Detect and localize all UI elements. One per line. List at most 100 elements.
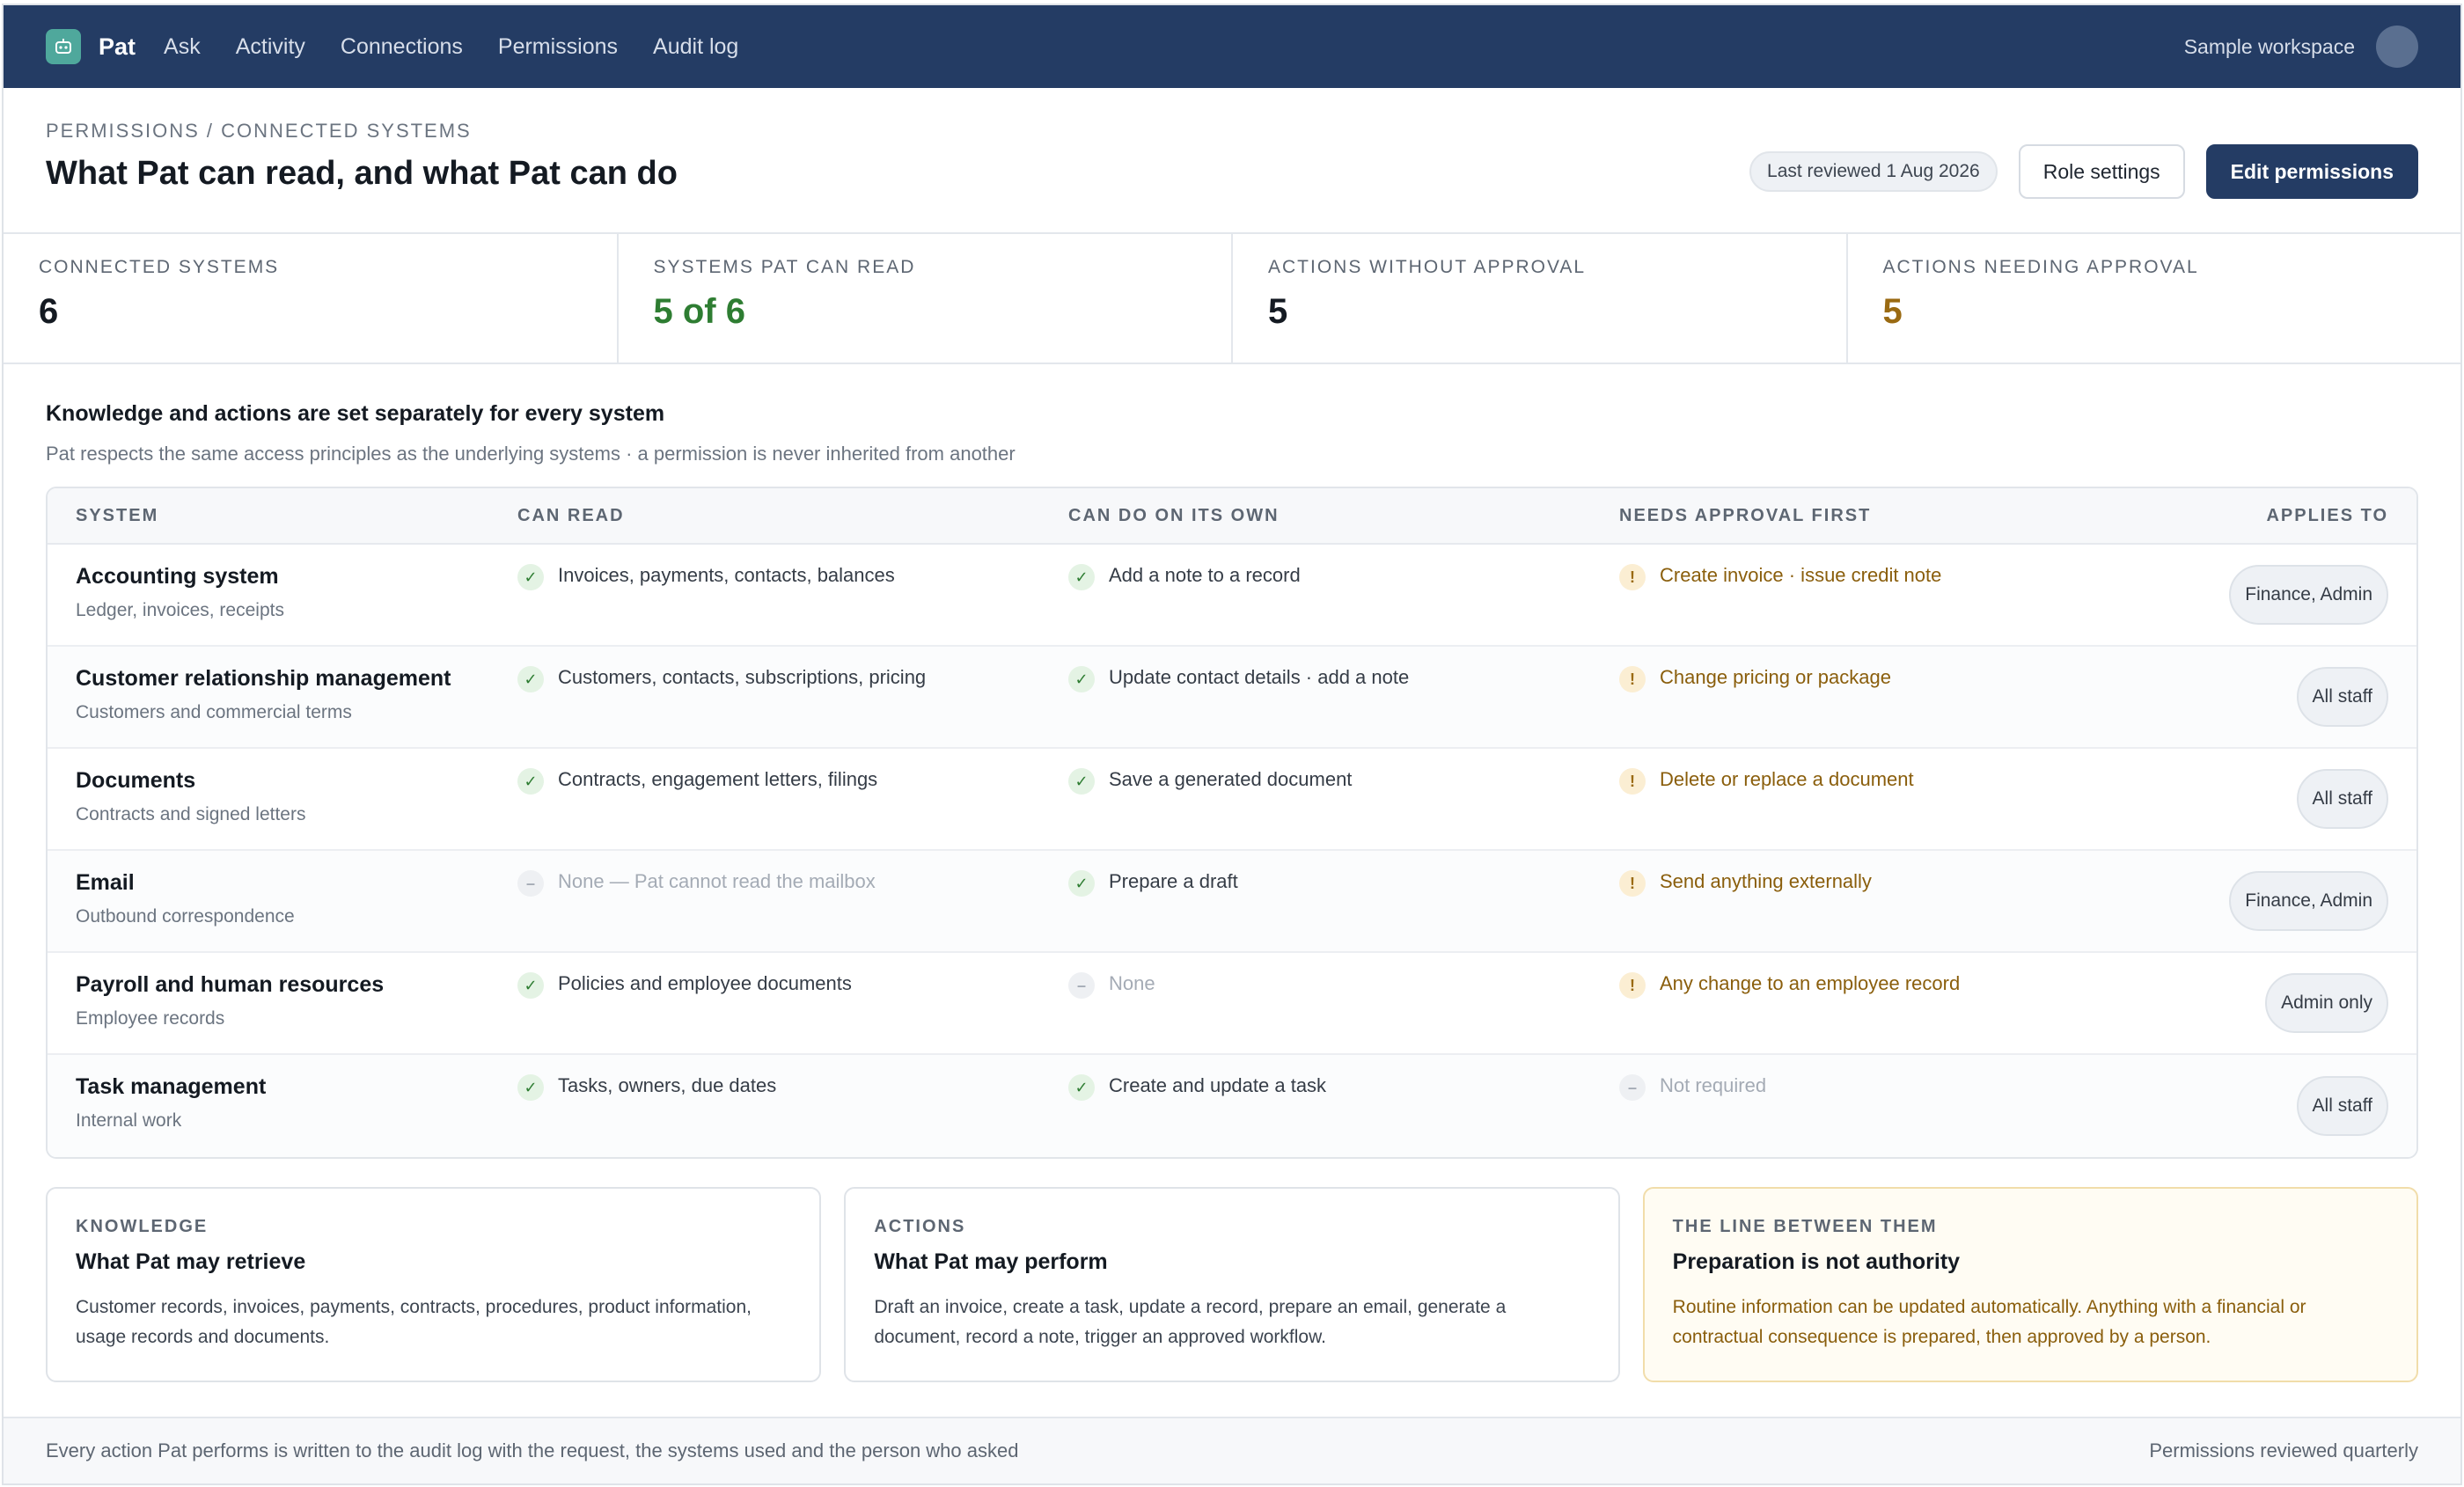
nav-link-activity[interactable]: Activity bbox=[236, 34, 305, 60]
permission-text: Save a generated document bbox=[1109, 768, 1353, 790]
applies-to-cell: All staff bbox=[2147, 749, 2388, 849]
needs-approval-cell: ! Send anything externally bbox=[1619, 851, 2147, 951]
table-row[interactable]: Accounting system Ledger, invoices, recei… bbox=[48, 545, 2416, 647]
stat-actions-without-approval: ACTIONS WITHOUT APPROVAL 5 bbox=[1233, 234, 1848, 363]
nav-link-ask[interactable]: Ask bbox=[164, 34, 201, 60]
permission-text: Customers, contacts, subscriptions, pric… bbox=[558, 666, 927, 688]
exclamation-icon: ! bbox=[1619, 870, 1646, 897]
check-icon: ✓ bbox=[1068, 1074, 1095, 1101]
table-header: SYSTEM CAN READ CAN DO ON ITS OWN NEEDS … bbox=[48, 488, 2416, 545]
system-description: Contracts and signed letters bbox=[76, 804, 306, 824]
table-row[interactable]: Email Outbound correspondence – None — Pat … bbox=[48, 851, 2416, 953]
system-name: Customer relationship management bbox=[76, 666, 451, 691]
nav-link-permissions[interactable]: Permissions bbox=[498, 34, 618, 60]
stat-label: ACTIONS NEEDING APPROVAL bbox=[1882, 257, 2199, 277]
card-kicker: THE LINE BETWEEN THEM bbox=[1672, 1217, 1938, 1236]
nav-link-audit-log[interactable]: Audit log bbox=[653, 34, 738, 60]
stat-label: SYSTEMS PAT CAN READ bbox=[653, 257, 916, 277]
stats-strip: CONNECTED SYSTEMS 6 SYSTEMS PAT CAN READ… bbox=[4, 234, 2460, 364]
permission-text: Create and update a task bbox=[1109, 1074, 1327, 1096]
permission-text: None — Pat cannot read the mailbox bbox=[558, 870, 876, 892]
column-header-system: SYSTEM bbox=[76, 505, 159, 525]
system-name: Payroll and human resources bbox=[76, 972, 385, 997]
applies-to-pill[interactable]: Admin only bbox=[2265, 973, 2388, 1033]
check-icon: ✓ bbox=[1068, 870, 1095, 897]
avatar[interactable] bbox=[2376, 26, 2418, 68]
dash-icon: – bbox=[1068, 972, 1095, 999]
can-read-cell: – None — Pat cannot read the mailbox bbox=[517, 851, 1068, 951]
breadcrumb: PERMISSIONS / CONNECTED SYSTEMS bbox=[46, 120, 472, 142]
permission-text: Tasks, owners, due dates bbox=[558, 1074, 777, 1096]
role-settings-button[interactable]: Role settings bbox=[2018, 144, 2185, 199]
nav-link-connections[interactable]: Connections bbox=[341, 34, 463, 60]
stat-label: ACTIONS WITHOUT APPROVAL bbox=[1268, 257, 1587, 277]
edit-permissions-button[interactable]: Edit permissions bbox=[2205, 144, 2418, 199]
brand[interactable]: Pat bbox=[46, 29, 136, 64]
section-title: Knowledge and actions are set separately… bbox=[46, 401, 665, 426]
permissions-section: Knowledge and actions are set separately… bbox=[4, 364, 2460, 1382]
system-cell: Task management Internal work bbox=[76, 1055, 517, 1157]
can-do-cell: – None bbox=[1068, 953, 1619, 1053]
column-header-can-do: CAN DO ON ITS OWN bbox=[1068, 505, 1280, 525]
can-read-cell: ✓ Customers, contacts, subscriptions, pri… bbox=[517, 647, 1068, 747]
applies-to-pill[interactable]: All staff bbox=[2296, 1076, 2388, 1136]
applies-to-pill[interactable]: Finance, Admin bbox=[2229, 565, 2388, 625]
stat-value: 6 bbox=[39, 292, 59, 331]
needs-approval-cell: – Not required bbox=[1619, 1055, 2147, 1157]
permission-text: Change pricing or package bbox=[1660, 666, 1891, 688]
card-line-between: THE LINE BETWEEN THEM Preparation is not… bbox=[1642, 1187, 2418, 1382]
can-read-cell: ✓ Policies and employee documents bbox=[517, 953, 1068, 1053]
system-description: Employee records bbox=[76, 1008, 225, 1029]
permission-text: Invoices, payments, contacts, balances bbox=[558, 564, 895, 586]
system-description: Ledger, invoices, receipts bbox=[76, 600, 284, 620]
check-icon: ✓ bbox=[1068, 564, 1095, 590]
brand-name: Pat bbox=[99, 33, 136, 60]
stat-label: CONNECTED SYSTEMS bbox=[39, 257, 280, 277]
applies-to-pill[interactable]: All staff bbox=[2296, 667, 2388, 727]
card-title: Preparation is not authority bbox=[1672, 1249, 1961, 1274]
card-knowledge: KNOWLEDGE What Pat may retrieve Customer… bbox=[46, 1187, 822, 1382]
check-icon: ✓ bbox=[1068, 666, 1095, 692]
table-row[interactable]: Payroll and human resources Employee reco… bbox=[48, 953, 2416, 1055]
check-icon: ✓ bbox=[517, 564, 544, 590]
table-row[interactable]: Task management Internal work ✓ Tasks, owne… bbox=[48, 1055, 2416, 1157]
stat-systems-readable: SYSTEMS PAT CAN READ 5 of 6 bbox=[619, 234, 1233, 363]
table-body: Accounting system Ledger, invoices, recei… bbox=[48, 545, 2416, 1157]
card-body: Draft an invoice, create a task, update … bbox=[874, 1297, 1507, 1347]
stat-connected-systems: CONNECTED SYSTEMS 6 bbox=[4, 234, 619, 363]
can-read-cell: ✓ Contracts, engagement letters, filings bbox=[517, 749, 1068, 849]
exclamation-icon: ! bbox=[1619, 768, 1646, 795]
permission-text: Create invoice · issue credit note bbox=[1660, 564, 1942, 586]
workspace-switcher[interactable]: Sample workspace bbox=[2184, 35, 2355, 59]
needs-approval-cell: ! Delete or replace a document bbox=[1619, 749, 2147, 849]
footer: Every action Pat performs is written to … bbox=[4, 1417, 2460, 1483]
permission-text: Send anything externally bbox=[1660, 870, 1872, 892]
exclamation-icon: ! bbox=[1619, 972, 1646, 999]
system-cell: Documents Contracts and signed letters bbox=[76, 749, 517, 849]
card-body: Customer records, invoices, payments, co… bbox=[76, 1297, 752, 1347]
card-body: Routine information can be updated autom… bbox=[1672, 1297, 2306, 1347]
top-nav: Pat Ask Activity Connections Permissions… bbox=[4, 5, 2460, 88]
check-icon: ✓ bbox=[517, 768, 544, 795]
applies-to-pill[interactable]: All staff bbox=[2296, 769, 2388, 829]
table-row[interactable]: Customer relationship management Customer… bbox=[48, 647, 2416, 749]
permission-text: Contracts, engagement letters, filings bbox=[558, 768, 878, 790]
card-kicker: KNOWLEDGE bbox=[76, 1217, 209, 1236]
table-row[interactable]: Documents Contracts and signed letters ✓ Co… bbox=[48, 749, 2416, 851]
column-header-can-read: CAN READ bbox=[517, 505, 625, 525]
permission-text: Update contact details · add a note bbox=[1109, 666, 1410, 688]
nav-right: Sample workspace bbox=[2184, 26, 2418, 68]
applies-to-cell: Finance, Admin bbox=[2147, 545, 2388, 645]
header-actions: Last reviewed 1 Aug 2026 Role settings E… bbox=[1749, 144, 2418, 199]
permission-text: Prepare a draft bbox=[1109, 870, 1238, 892]
last-reviewed-badge: Last reviewed 1 Aug 2026 bbox=[1749, 151, 1998, 192]
app-window: Pat Ask Activity Connections Permissions… bbox=[2, 4, 2462, 1485]
applies-to-pill[interactable]: Finance, Admin bbox=[2229, 871, 2388, 931]
footer-audit-note: Every action Pat performs is written to … bbox=[46, 1439, 1019, 1461]
permission-text: None bbox=[1109, 972, 1155, 994]
nav-links: Ask Activity Connections Permissions Aud… bbox=[164, 34, 738, 60]
can-read-cell: ✓ Invoices, payments, contacts, balances bbox=[517, 545, 1068, 645]
info-cards: KNOWLEDGE What Pat may retrieve Customer… bbox=[46, 1187, 2418, 1382]
card-title: What Pat may retrieve bbox=[76, 1249, 306, 1274]
system-name: Email bbox=[76, 870, 135, 895]
